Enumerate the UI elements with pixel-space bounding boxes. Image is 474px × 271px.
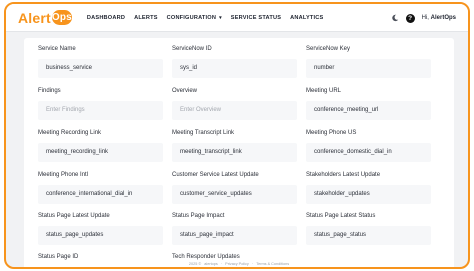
user-greeting[interactable]: Hi, AlertOps	[422, 15, 456, 21]
stakeholders-latest-update-input[interactable]: stakeholder_updates	[306, 185, 431, 204]
nav-service-status[interactable]: SERVICE STATUS	[231, 15, 281, 21]
status-page-latest-status-input[interactable]: status_page_status	[306, 226, 431, 245]
service-name-input[interactable]: business_service	[38, 59, 163, 78]
field-label: Customer Service Latest Update	[172, 172, 259, 178]
chevron-down-icon: ▾	[219, 14, 222, 21]
status-page-latest-update-input[interactable]: status_page_updates	[38, 226, 163, 245]
meeting-url-input[interactable]: conference_meeting_url	[306, 101, 431, 120]
nav-configuration-label: CONFIGURATION	[166, 14, 217, 21]
overview-input[interactable]: Enter Overview	[172, 101, 297, 120]
form-panel: Service Name business_service ServiceNow I…	[24, 38, 454, 267]
field-label: Meeting Phone Intl	[38, 172, 89, 178]
meeting-recording-link-input[interactable]: meeting_recording_link	[38, 143, 163, 162]
field-label: Findings	[38, 88, 61, 94]
field-stakeholders-latest-update: Stakeholders Latest Update stakeholder_up…	[306, 172, 431, 204]
nav-analytics[interactable]: ANALYTICS	[290, 15, 323, 21]
field-meeting-url: Meeting URL conference_meeting_url	[306, 88, 431, 120]
field-meeting-phone-intl: Meeting Phone Intl conference_internation…	[38, 172, 163, 204]
nav-dashboard[interactable]: DASHBOARD	[87, 15, 125, 21]
field-label: Meeting Phone US	[306, 130, 357, 136]
field-label: Meeting Recording Link	[38, 130, 102, 136]
field-overview: Overview Enter Overview	[172, 88, 297, 120]
footer-copyright: 2025 ©	[188, 262, 202, 266]
top-navbar: Alert Ops DASHBOARD ALERTS CONFIGURATION…	[6, 4, 468, 32]
app-window: Alert Ops DASHBOARD ALERTS CONFIGURATION…	[4, 2, 470, 269]
field-status-page-impact: Status Page Impact status_page_impact	[172, 213, 297, 245]
header-tools: ? Hi, AlertOps	[391, 4, 456, 32]
findings-input[interactable]: Enter Findings	[38, 101, 163, 120]
field-status-page-id: Status Page ID	[38, 254, 163, 262]
field-label: Status Page Latest Status	[306, 213, 376, 219]
meeting-phone-us-input[interactable]: conference_domestic_dial_in	[306, 143, 431, 162]
field-label: ServiceNow ID	[172, 46, 212, 52]
status-page-impact-input[interactable]: status_page_impact	[172, 226, 297, 245]
field-label: Meeting URL	[306, 88, 342, 94]
customer-service-latest-update-input[interactable]: customer_service_updates	[172, 185, 297, 204]
field-customer-service-latest-update: Customer Service Latest Update customer_s…	[172, 172, 297, 204]
field-status-page-latest-update: Status Page Latest Update status_page_upd…	[38, 213, 163, 245]
footer-terms-link[interactable]: Terms & Conditions	[256, 262, 289, 266]
logo-badge: Ops	[51, 10, 72, 25]
help-icon[interactable]: ?	[405, 13, 415, 23]
footer-separator: ·	[220, 262, 223, 266]
nav-configuration[interactable]: CONFIGURATION ▾	[167, 15, 222, 21]
field-meeting-recording-link: Meeting Recording Link meeting_recording_…	[38, 130, 163, 162]
field-tech-responder-updates: Tech Responder Updates	[172, 254, 297, 262]
servicenow-id-input[interactable]: sys_id	[172, 59, 297, 78]
page-footer: 2025 © alertops · Privacy Policy · Terms…	[24, 262, 454, 266]
alertops-logo[interactable]: Alert Ops	[18, 10, 73, 26]
nav-alerts[interactable]: ALERTS	[134, 15, 158, 21]
logo-text: Alert	[18, 9, 51, 26]
meeting-phone-intl-input[interactable]: conference_international_dial_in	[38, 185, 163, 204]
field-meeting-phone-us: Meeting Phone US conference_domestic_dial…	[306, 130, 431, 162]
meeting-transcript-link-input[interactable]: meeting_transcript_link	[172, 143, 297, 162]
footer-company-link[interactable]: alertops	[204, 262, 218, 266]
main-nav: DASHBOARD ALERTS CONFIGURATION ▾ SERVICE …	[87, 15, 324, 21]
footer-separator: ·	[251, 262, 254, 266]
field-label: Meeting Transcript Link	[172, 130, 235, 136]
field-meeting-transcript-link: Meeting Transcript Link meeting_transcrip…	[172, 130, 297, 162]
field-label: Status Page Impact	[172, 213, 225, 219]
field-label: Service Name	[38, 46, 76, 52]
field-label: Overview	[172, 88, 198, 94]
field-service-name: Service Name business_service	[38, 46, 163, 78]
servicenow-key-input[interactable]: number	[306, 59, 431, 78]
field-status-page-latest-status: Status Page Latest Status status_page_sta…	[306, 213, 431, 245]
moon-icon[interactable]	[391, 14, 399, 22]
field-findings: Findings Enter Findings	[38, 88, 163, 120]
field-label: Status Page ID	[38, 254, 79, 260]
field-label: Tech Responder Updates	[172, 254, 240, 260]
field-label: Status Page Latest Update	[38, 213, 110, 219]
user-name: AlertOps	[430, 15, 456, 21]
greeting-prefix: Hi,	[421, 15, 429, 21]
field-servicenow-id: ServiceNow ID sys_id	[172, 46, 297, 78]
field-label: Stakeholders Latest Update	[306, 172, 381, 178]
footer-privacy-link[interactable]: Privacy Policy	[225, 262, 249, 266]
field-servicenow-key: ServiceNow Key number	[306, 46, 431, 78]
field-label: ServiceNow Key	[306, 46, 351, 52]
